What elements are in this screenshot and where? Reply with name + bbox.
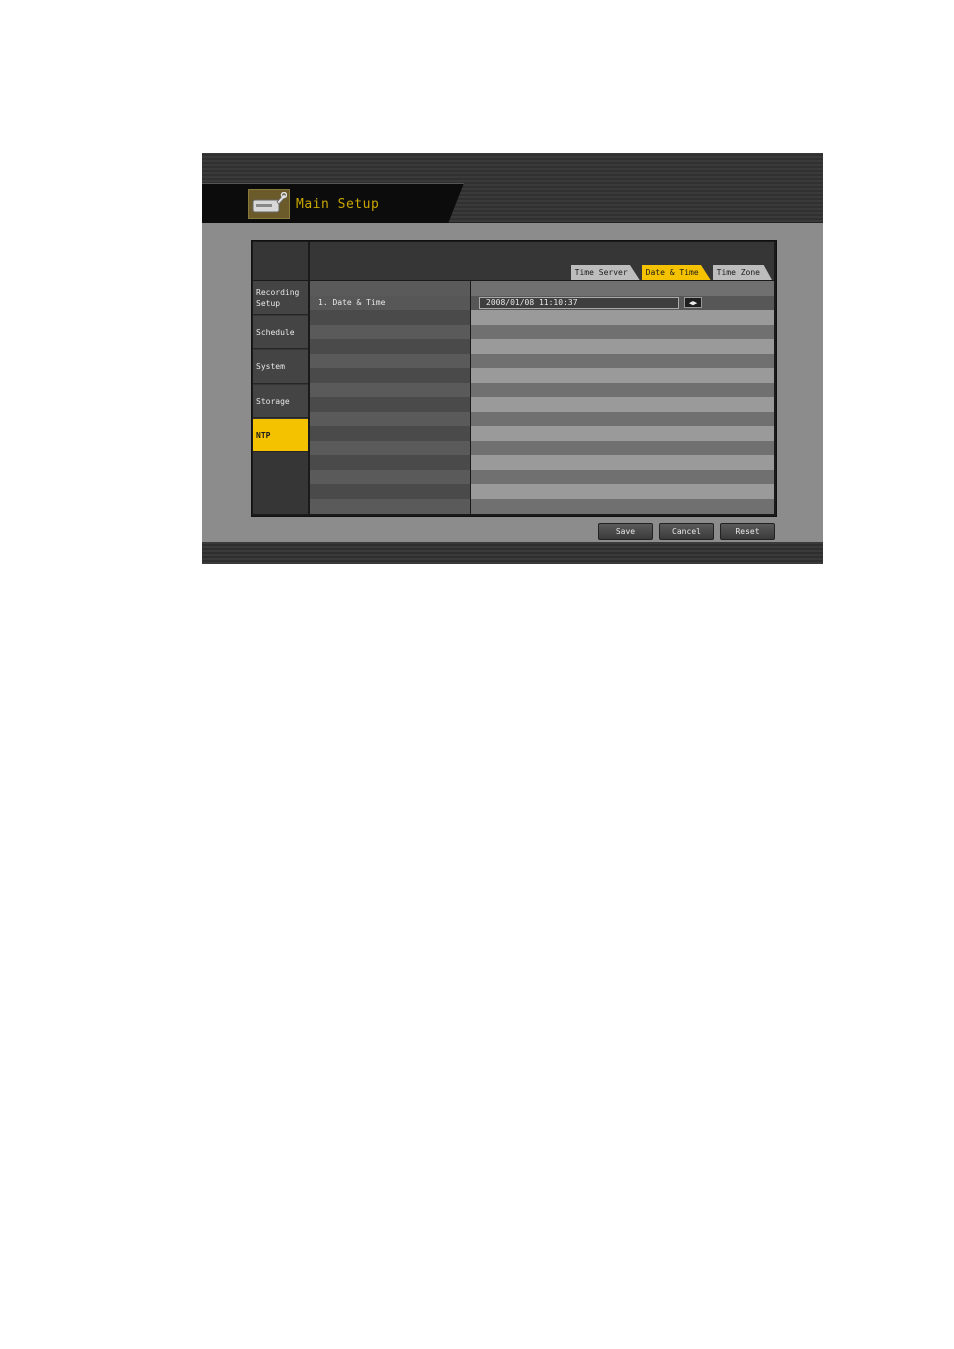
reset-button[interactable]: Reset	[720, 523, 775, 540]
dvr-screen: Main Setup Recording Setup Schedule Syst…	[202, 153, 823, 564]
settings-row	[310, 426, 774, 441]
settings-row	[310, 339, 774, 354]
sidebar-item-system[interactable]: System	[253, 350, 308, 384]
bottom-bar	[202, 542, 823, 564]
save-button[interactable]: Save	[598, 523, 653, 540]
settings-row	[310, 411, 774, 426]
tab-time-server[interactable]: Time Server	[570, 265, 640, 280]
settings-row	[310, 324, 774, 339]
sidebar-item-schedule[interactable]: Schedule	[253, 316, 308, 349]
tab-bar: Time Server Date & Time Time Zone	[569, 265, 772, 280]
setup-icon	[248, 189, 290, 219]
settings-row	[310, 310, 774, 325]
sidebar-item-storage[interactable]: Storage	[253, 385, 308, 418]
settings-row	[310, 469, 774, 484]
page-title: Main Setup	[296, 197, 380, 212]
setting-row-date-time[interactable]: 1. Date & Time 2008/01/08 11:10:37 ◀▶	[310, 295, 774, 310]
settings-row	[310, 498, 774, 514]
cancel-button[interactable]: Cancel	[659, 523, 714, 540]
sidebar: Recording Setup Schedule System Storage …	[253, 281, 308, 514]
tab-time-zone[interactable]: Time Zone	[712, 265, 772, 280]
settings-row	[310, 353, 774, 368]
settings-row	[310, 455, 774, 470]
date-time-field[interactable]: 2008/01/08 11:10:37	[479, 296, 679, 309]
tab-date-time[interactable]: Date & Time	[641, 265, 711, 280]
settings-row	[310, 382, 774, 397]
sidebar-item-ntp[interactable]: NTP	[253, 419, 308, 452]
sidebar-header	[253, 242, 308, 280]
settings-row	[310, 281, 774, 296]
content-header: Time Server Date & Time Time Zone	[310, 242, 774, 280]
date-time-label: 1. Date & Time	[318, 297, 386, 307]
adjust-arrows-icon[interactable]: ◀▶	[684, 296, 702, 308]
settings-row	[310, 440, 774, 455]
settings-row	[310, 484, 774, 499]
settings-row	[310, 368, 774, 383]
sidebar-item-recording-setup[interactable]: Recording Setup	[253, 281, 308, 315]
settings-list: 1. Date & Time 2008/01/08 11:10:37 ◀▶	[310, 281, 774, 514]
setup-panel: Recording Setup Schedule System Storage …	[251, 240, 777, 517]
settings-row	[310, 397, 774, 412]
